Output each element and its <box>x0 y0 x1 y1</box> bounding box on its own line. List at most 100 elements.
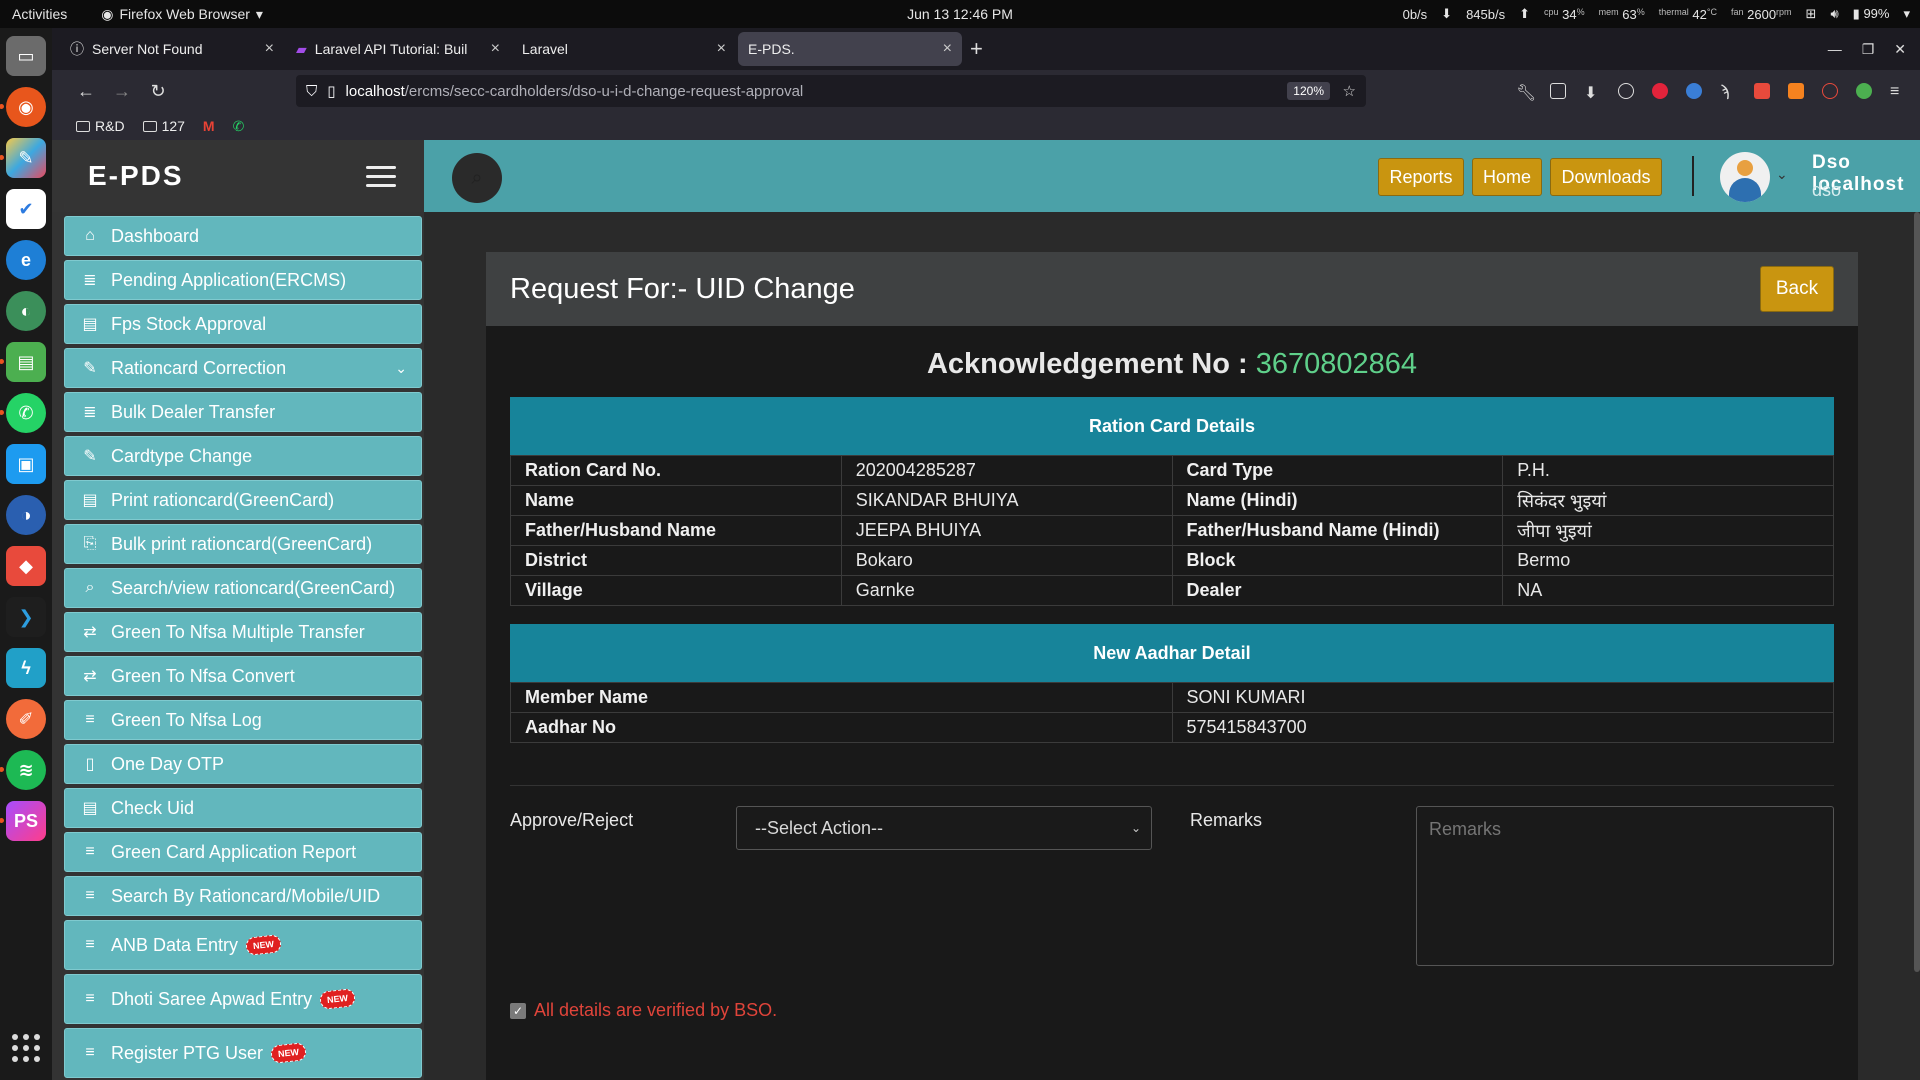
sidebar-item-green-card-application-report[interactable]: ≡ Green Card Application Report <box>64 832 422 872</box>
network-icon: ⊞ <box>1805 6 1817 21</box>
sidebar-item-dhoti-saree-apwad-entry[interactable]: ≡ Dhoti Saree Apwad Entry NEW <box>64 974 422 1024</box>
tab-epds[interactable]: E-PDS. × <box>738 32 962 66</box>
close-icon[interactable]: × <box>943 40 952 58</box>
info-icon: ⓘ <box>70 41 84 57</box>
sidebar-item-green-to-nfsa-convert[interactable]: ⇄ Green To Nfsa Convert <box>64 656 422 696</box>
close-icon[interactable]: × <box>491 40 500 58</box>
wrench-icon[interactable]: 🔧︎ <box>1516 83 1536 102</box>
search-icon[interactable]: ⌕ <box>452 153 502 203</box>
tab-laravel[interactable]: Laravel × <box>512 32 736 66</box>
bookmark-star-icon[interactable]: ☆ <box>1343 82 1356 100</box>
zoom-level[interactable]: 120% <box>1287 82 1330 100</box>
sidebar-item-dashboard[interactable]: ⌂ Dashboard <box>64 216 422 256</box>
forward-arrow-icon[interactable]: → <box>104 81 140 102</box>
gmail-icon[interactable]: M <box>203 118 215 134</box>
notepad-icon[interactable]: ▤ <box>0 342 46 382</box>
app-menu[interactable]: ◉ Firefox Web Browser ▾ <box>101 6 263 23</box>
hamburger-menu-icon[interactable] <box>366 165 396 187</box>
reload-icon[interactable]: ↻ <box>140 81 176 102</box>
download-icon[interactable]: ⬇ <box>1584 83 1600 102</box>
thermal-indicator: thermal 42°C <box>1658 6 1717 22</box>
whatsapp-icon[interactable]: ✆ <box>233 118 245 135</box>
firefox-icon[interactable]: ◉ <box>0 87 46 127</box>
sidebar-item-green-to-nfsa-multiple-transfer[interactable]: ⇄ Green To Nfsa Multiple Transfer <box>64 612 422 652</box>
new-tab-button[interactable]: + <box>970 36 983 62</box>
files-icon[interactable]: ▭ <box>6 36 46 76</box>
reports-button[interactable]: Reports <box>1378 158 1464 196</box>
table-row: Ration Card No. 202004285287 Card Type P… <box>510 455 1834 486</box>
eraser-icon[interactable] <box>1754 83 1770 99</box>
downloads-button[interactable]: Downloads <box>1550 158 1662 196</box>
menu-icon[interactable]: ≡ <box>1890 83 1906 100</box>
search-icon: ⌕ <box>85 579 95 596</box>
feather-icon[interactable]: ϡ <box>1720 83 1736 100</box>
clock[interactable]: Jun 13 12:46 PM <box>907 6 1013 22</box>
brand-logo[interactable]: E-PDS <box>88 160 184 192</box>
remarks-textarea[interactable] <box>1416 806 1834 966</box>
verify-label: All details are verified by BSO. <box>534 1000 778 1020</box>
sidebar-item-check-uid[interactable]: ▤ Check Uid <box>64 788 422 828</box>
restore-icon[interactable]: ❐ <box>1862 41 1875 58</box>
ublock-icon[interactable] <box>1822 83 1838 99</box>
new-badge: NEW <box>319 988 356 1010</box>
close-icon[interactable]: × <box>717 40 726 58</box>
eclipse-icon[interactable]: ◑ <box>6 495 46 535</box>
tab-laravel-api[interactable]: ▰ Laravel API Tutorial: Buil × <box>286 32 510 66</box>
url-bar[interactable]: ⛉ ▯ localhost/ercms/secc-cardholders/dso… <box>296 75 1366 107</box>
bookmark-folder-rd[interactable]: R&D <box>76 118 125 134</box>
show-apps-icon[interactable] <box>8 1030 44 1066</box>
back-arrow-icon[interactable]: ← <box>68 81 104 102</box>
sidebar-item-label: Green To Nfsa Log <box>111 709 262 730</box>
paint-icon[interactable]: ✎ <box>0 138 46 178</box>
sidebar-item-cardtype-change[interactable]: ✎ Cardtype Change <box>64 436 422 476</box>
close-window-icon[interactable]: ✕ <box>1894 41 1906 58</box>
globe-icon[interactable]: ◐ <box>6 291 46 331</box>
todo-icon[interactable]: ✔ <box>6 189 46 229</box>
bookmark-folder-127[interactable]: 127 <box>142 118 185 134</box>
extension-icon[interactable] <box>1686 83 1702 99</box>
sidebar-item-one-day-otp[interactable]: ▯ One Day OTP <box>64 744 422 784</box>
verified-checkbox[interactable]: ✓ <box>510 1002 526 1019</box>
action-select[interactable]: --Select Action-- ⌄ <box>736 806 1152 850</box>
exchange-icon: ⇄ <box>83 624 97 641</box>
sidebar-item-bulk-print-rationcard[interactable]: ⎘ Bulk print rationcard(GreenCard) <box>64 524 422 564</box>
chevron-down-icon[interactable]: ⌄ <box>1776 166 1788 183</box>
sidebar-item-search-view-rationcard[interactable]: ⌕ Search/view rationcard(GreenCard) <box>64 568 422 608</box>
sidebar-item-print-rationcard[interactable]: ▤ Print rationcard(GreenCard) <box>64 480 422 520</box>
tab-title: Laravel <box>522 41 568 57</box>
tab-server-not-found[interactable]: ⓘ Server Not Found × <box>60 32 284 66</box>
close-icon[interactable]: × <box>265 40 274 58</box>
minimize-icon[interactable]: — <box>1828 41 1842 58</box>
phpstorm-icon[interactable]: PS <box>0 801 46 841</box>
sidebar-item-bulk-dealer-transfer[interactable]: ≣ Bulk Dealer Transfer <box>64 392 422 432</box>
avatar[interactable] <box>1720 152 1770 202</box>
sidebar-item-rationcard-correction[interactable]: ✎ Rationcard Correction ⌄ <box>64 348 422 388</box>
bolt-icon[interactable]: ϟ <box>6 648 46 688</box>
activities-button[interactable]: Activities <box>12 6 67 22</box>
edge-dev-icon[interactable]: e <box>6 240 46 280</box>
pocket-icon[interactable] <box>1550 83 1566 99</box>
system-indicators[interactable]: 0b/s ⬇ 845b/s ⬆ cpu 34% mem 63% thermal … <box>1403 6 1910 22</box>
extension-icon[interactable] <box>1788 83 1804 99</box>
postman-icon[interactable]: ✐ <box>6 699 46 739</box>
list-icon: ≣ <box>83 404 97 421</box>
scrollbar-thumb[interactable] <box>1914 212 1920 972</box>
table-value: Bermo <box>1502 545 1834 576</box>
wordpress-icon[interactable] <box>1618 83 1634 99</box>
ack-label: Acknowledgement No : <box>926 348 1248 380</box>
adblock-icon[interactable] <box>1652 83 1668 99</box>
sidebar-item-green-to-nfsa-log[interactable]: ≡ Green To Nfsa Log <box>64 700 422 740</box>
sidebar-item-pending-application[interactable]: ≣ Pending Application(ERCMS) <box>64 260 422 300</box>
sidebar-item-anb-data-entry[interactable]: ≡ ANB Data Entry NEW <box>64 920 422 970</box>
sidebar-item-search-by-rationcard-mobile-uid[interactable]: ≡ Search By Rationcard/Mobile/UID <box>64 876 422 916</box>
spotify-icon[interactable]: ≋ <box>0 750 46 790</box>
screen-icon[interactable]: ▣ <box>6 444 46 484</box>
whatsapp-icon[interactable]: ✆ <box>0 393 46 433</box>
vscode-icon[interactable]: ❯ <box>6 597 46 637</box>
extension-icon[interactable] <box>1856 83 1872 99</box>
git-icon[interactable]: ◆ <box>6 546 46 586</box>
home-button[interactable]: Home <box>1472 158 1542 196</box>
sidebar-item-register-ptg-user[interactable]: ≡ Register PTG User NEW <box>64 1028 422 1078</box>
sidebar-item-fps-stock-approval[interactable]: ▤ Fps Stock Approval <box>64 304 422 344</box>
back-button[interactable]: Back <box>1760 266 1834 312</box>
